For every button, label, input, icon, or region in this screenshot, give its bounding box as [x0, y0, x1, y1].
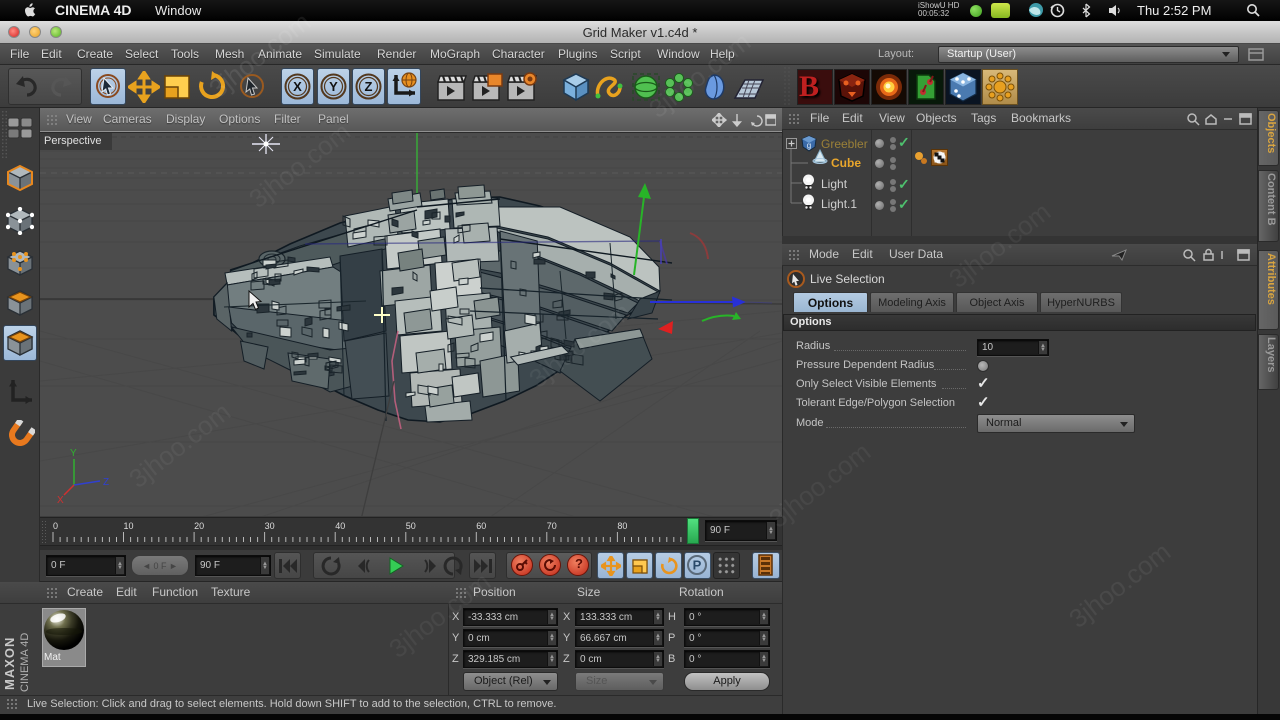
svg-text:Y: Y	[329, 79, 338, 94]
svg-text:80: 80	[617, 521, 627, 531]
svg-text:60: 60	[476, 521, 486, 531]
svg-text:70: 70	[547, 521, 557, 531]
svg-text:X: X	[57, 495, 64, 506]
svg-text:50: 50	[406, 521, 416, 531]
svg-text:Z: Z	[103, 477, 109, 488]
svg-text:0: 0	[53, 521, 58, 531]
svg-text:10: 10	[124, 521, 134, 531]
svg-text:20: 20	[194, 521, 204, 531]
svg-text:X: X	[293, 79, 302, 94]
svg-text:g: g	[807, 141, 811, 150]
svg-text:Z: Z	[365, 79, 373, 94]
svg-text:P: P	[693, 558, 702, 573]
svg-text:Y: Y	[70, 448, 77, 459]
svg-text:40: 40	[335, 521, 345, 531]
svg-text:30: 30	[265, 521, 275, 531]
